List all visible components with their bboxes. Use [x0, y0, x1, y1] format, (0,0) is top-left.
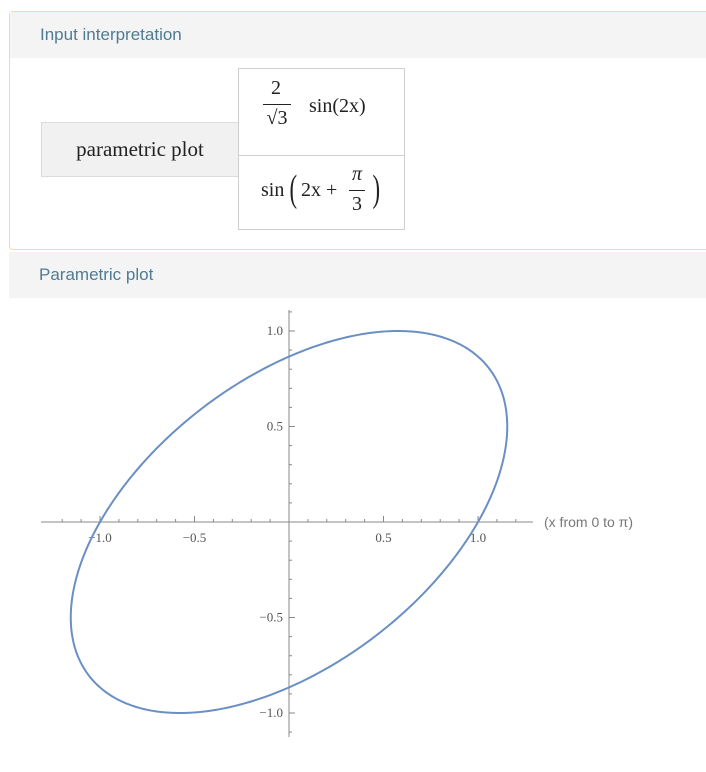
coef-numerator: 2 — [271, 77, 281, 99]
y-tick-label: −0.5 — [259, 610, 283, 625]
table-divider — [239, 155, 404, 156]
coef-denominator: √3 — [266, 107, 288, 129]
interpretation-label: parametric plot — [41, 122, 239, 177]
fraction-bar-2 — [349, 190, 365, 192]
pod-header: Input interpretation — [10, 12, 706, 58]
fraction-bar — [263, 104, 291, 106]
inner-expression: 2x + — [301, 179, 338, 201]
parametric-plot-pod: Parametric plot −1.0 −0.5 0.5 1.0 −1.0 −0.5 0.… — [9, 252, 706, 772]
close-paren: ) — [372, 168, 381, 210]
parametric-plot-chart: −1.0 −0.5 0.5 1.0−1.0−0.50.51.0(x from 0 to… — [41, 310, 633, 737]
sin-2x-expression: sin(2x) — [309, 95, 366, 117]
interpretation-table: 2 √3 sin(2x) sin ( 2x + π 3 ) — [238, 68, 405, 230]
x-axis-label: (x from 0 to π) — [544, 514, 633, 530]
x-tick-label: −0.5 — [183, 530, 207, 545]
pi-numerator: π — [351, 163, 363, 185]
pod-title: Input interpretation — [40, 25, 182, 44]
x-tick-label: 0.5 — [375, 530, 391, 545]
y-tick-label: −1.0 — [259, 705, 283, 720]
three-denominator: 3 — [352, 193, 362, 215]
input-interpretation-pod: Input interpretation parametric plot 2 √… — [9, 11, 706, 250]
y-tick-label: 1.0 — [267, 323, 283, 338]
open-paren: ( — [289, 168, 298, 210]
y-tick-label: 0.5 — [267, 419, 283, 434]
sin-func: sin — [261, 179, 285, 201]
